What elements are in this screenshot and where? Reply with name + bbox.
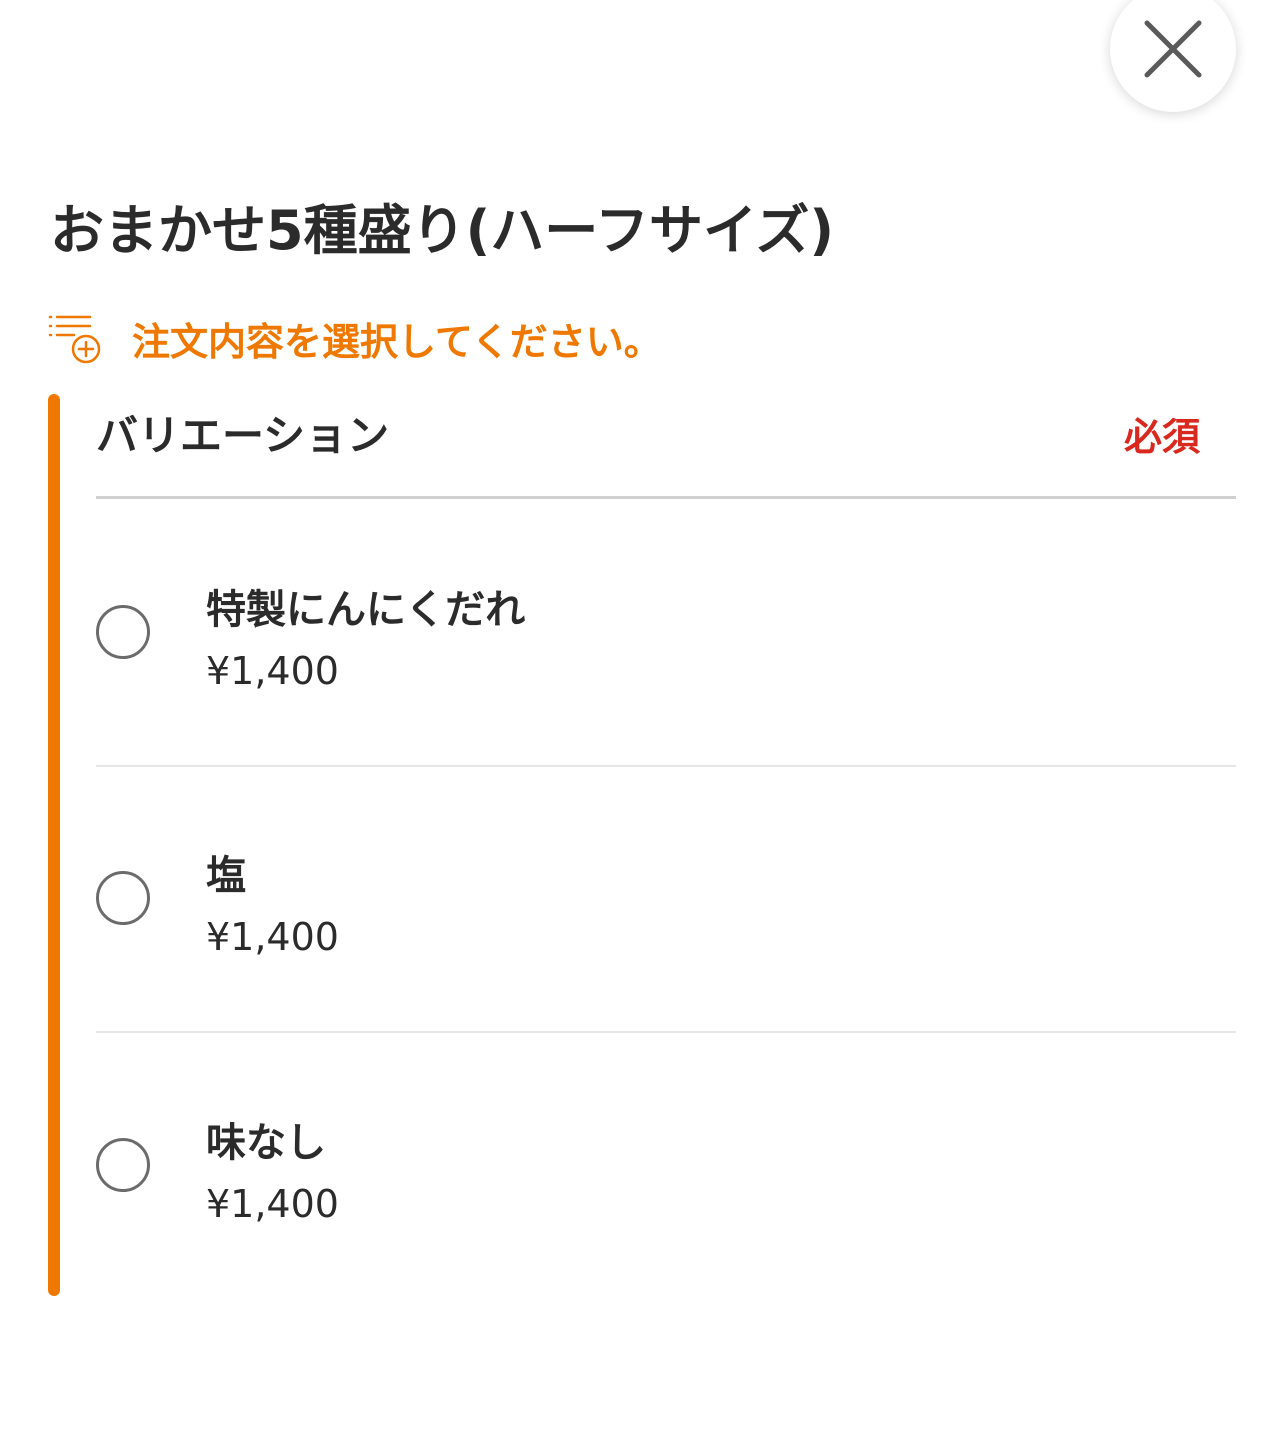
radio-button[interactable]: [96, 1138, 150, 1192]
instruction-notice: 注文内容を選択してください。: [48, 308, 662, 368]
close-button[interactable]: [1110, 0, 1236, 112]
option-price: ¥1,400: [206, 915, 339, 959]
variation-section: バリエーション 必須 特製にんにくだれ ¥1,400 塩 ¥1,400 味なし …: [48, 394, 1236, 1296]
option-price: ¥1,400: [206, 1182, 339, 1226]
variation-option[interactable]: 塩 ¥1,400: [96, 765, 1236, 1033]
required-badge: 必須: [1123, 415, 1200, 459]
radio-button[interactable]: [96, 871, 150, 925]
section-title: バリエーション: [96, 411, 390, 460]
radio-button[interactable]: [96, 605, 150, 659]
option-name: 味なし: [206, 1120, 326, 1166]
page-title: おまかせ5種盛り(ハーフサイズ): [50, 199, 835, 262]
close-icon: [1144, 20, 1202, 78]
section-header: バリエーション 必須: [96, 394, 1236, 499]
option-price: ¥1,400: [206, 649, 339, 693]
variation-option[interactable]: 特製にんにくだれ ¥1,400: [96, 499, 1236, 767]
section-accent-bar: [48, 394, 60, 1296]
option-name: 特製にんにくだれ: [206, 587, 526, 633]
list-add-icon: [48, 315, 101, 364]
option-name: 塩: [206, 853, 246, 899]
variation-option[interactable]: 味なし ¥1,400: [96, 1032, 1236, 1298]
instruction-text: 注文内容を選択してください。: [132, 319, 662, 364]
option-select-sheet: おまかせ5種盛り(ハーフサイズ) 注文内容を選択してください。 バリエーション …: [0, 0, 1284, 1442]
